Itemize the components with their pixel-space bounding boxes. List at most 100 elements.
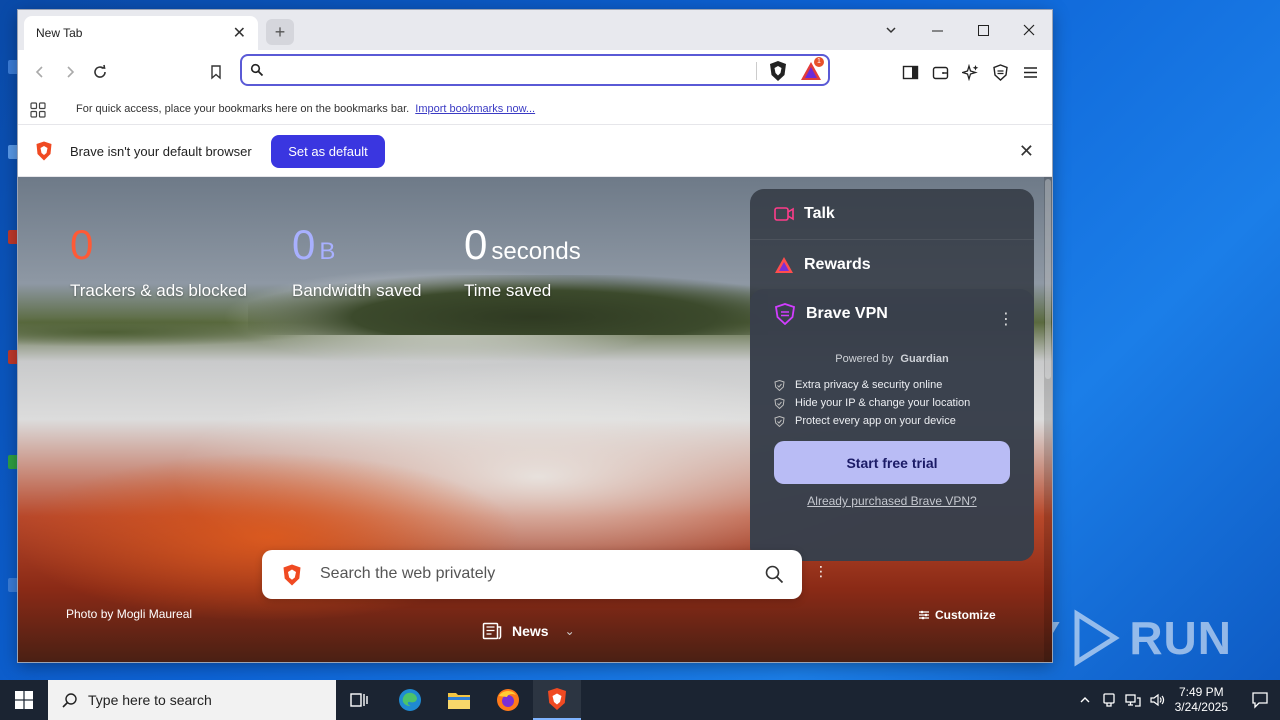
bookmark-icon[interactable] bbox=[204, 60, 228, 84]
bookmarks-bar: For quick access, place your bookmarks h… bbox=[18, 96, 1052, 124]
task-view-icon[interactable] bbox=[336, 680, 384, 720]
search-icon bbox=[250, 63, 264, 77]
widget-stack: Talk Rewards Brave VPN ⋮ Powered by Guar… bbox=[750, 189, 1034, 561]
rewards-label: Rewards bbox=[804, 255, 871, 273]
customize-label: Customize bbox=[935, 608, 996, 622]
vpn-feature-text: Extra privacy & security online bbox=[795, 379, 943, 391]
powered-by-label: Powered by bbox=[835, 353, 894, 365]
tab-new-tab[interactable]: New Tab ✕ bbox=[24, 16, 258, 50]
title-bar: New Tab ✕ + bbox=[18, 10, 1052, 50]
clock-date: 3/24/2025 bbox=[1174, 700, 1228, 714]
stat-unit: B bbox=[319, 238, 336, 265]
brave-lion-icon bbox=[283, 564, 301, 586]
taskbar-search[interactable]: Type here to search bbox=[48, 680, 336, 720]
maximize-button[interactable] bbox=[960, 10, 1006, 50]
photo-credit[interactable]: Photo by Mogli Maureal bbox=[66, 607, 192, 621]
news-button[interactable]: News ⌄ bbox=[482, 621, 575, 641]
search-icon[interactable] bbox=[764, 564, 784, 584]
rewards-widget[interactable]: Rewards bbox=[750, 239, 1034, 289]
news-label: News bbox=[512, 623, 549, 639]
address-bar[interactable]: 1 bbox=[240, 54, 830, 86]
close-infobar-icon[interactable]: ✕ bbox=[1019, 141, 1034, 162]
divider bbox=[756, 62, 757, 80]
chevron-up-icon[interactable] bbox=[1073, 694, 1097, 706]
already-purchased-link[interactable]: Already purchased Brave VPN? bbox=[774, 494, 1010, 508]
vpn-header: Brave VPN bbox=[774, 303, 1010, 325]
check-shield-icon bbox=[774, 415, 785, 427]
window-controls bbox=[868, 10, 1052, 50]
volume-icon[interactable] bbox=[1145, 692, 1169, 708]
firefox-icon[interactable] bbox=[484, 680, 532, 720]
search-placeholder: Search the web privately bbox=[320, 565, 496, 582]
powered-by: Powered by Guardian bbox=[774, 353, 1010, 365]
vpn-feature-text: Protect every app on your device bbox=[795, 415, 956, 427]
vpn-more-icon[interactable]: ⋮ bbox=[998, 309, 1014, 329]
tab-search-chevron-icon[interactable] bbox=[868, 10, 914, 50]
search-icon bbox=[62, 693, 77, 708]
close-window-button[interactable] bbox=[1006, 10, 1052, 50]
leo-ai-icon[interactable] bbox=[958, 60, 982, 84]
talk-widget[interactable]: Talk bbox=[750, 189, 1034, 239]
taskbar-search-placeholder: Type here to search bbox=[88, 692, 212, 708]
scrollbar-thumb[interactable] bbox=[1045, 179, 1051, 379]
brave-lion-icon bbox=[36, 141, 52, 161]
start-button[interactable] bbox=[0, 680, 48, 720]
sidebar-toggle-icon[interactable] bbox=[898, 60, 922, 84]
brave-shields-icon[interactable] bbox=[768, 60, 788, 82]
clock-time: 7:49 PM bbox=[1178, 685, 1224, 699]
file-explorer-icon[interactable] bbox=[435, 680, 483, 720]
search-more-icon[interactable]: ⋮ bbox=[814, 563, 828, 580]
bookmarks-message: For quick access, place your bookmarks h… bbox=[76, 103, 535, 115]
vpn-feature: Hide your IP & change your location bbox=[774, 397, 1010, 409]
menu-icon[interactable] bbox=[1018, 60, 1042, 84]
vpn-title: Brave VPN bbox=[806, 305, 888, 322]
default-browser-infobar: Brave isn't your default browser Set as … bbox=[18, 124, 1052, 177]
tab-close-icon[interactable]: ✕ bbox=[233, 23, 246, 43]
stat-unit: seconds bbox=[491, 238, 581, 265]
ntp-search-box[interactable]: Search the web privately bbox=[262, 550, 802, 599]
video-camera-icon bbox=[774, 207, 794, 221]
network-device-icon[interactable] bbox=[1097, 692, 1121, 708]
vpn-feature: Protect every app on your device bbox=[774, 415, 1010, 427]
new-tab-button[interactable]: + bbox=[266, 19, 294, 45]
forward-button[interactable] bbox=[58, 60, 82, 84]
minimize-button[interactable] bbox=[914, 10, 960, 50]
vpn-shield-icon bbox=[774, 303, 796, 325]
import-bookmarks-link[interactable]: Import bookmarks now... bbox=[415, 103, 535, 115]
shields-badge: 1 bbox=[814, 57, 824, 67]
vpn-feature-text: Hide your IP & change your location bbox=[795, 397, 971, 409]
stat-value: 0 bbox=[464, 221, 488, 268]
brave-taskbar-icon[interactable] bbox=[533, 680, 581, 720]
stat-label: Time saved bbox=[464, 281, 552, 300]
bat-triangle-icon bbox=[775, 256, 793, 273]
start-free-trial-button[interactable]: Start free trial bbox=[774, 441, 1010, 484]
stat-time: 0 seconds Time saved bbox=[464, 223, 581, 301]
stat-value: 0 bbox=[292, 221, 316, 268]
stat-bandwidth: 0B Bandwidth saved bbox=[292, 223, 421, 301]
new-tab-page: 0 Trackers & ads blocked 0B Bandwidth sa… bbox=[18, 177, 1052, 662]
back-button[interactable] bbox=[28, 60, 52, 84]
system-tray: 7:49 PM 3/24/2025 bbox=[1073, 680, 1280, 720]
bookmarks-text: For quick access, place your bookmarks h… bbox=[76, 103, 410, 115]
tab-title: New Tab bbox=[36, 26, 83, 40]
network-icon[interactable] bbox=[1121, 692, 1145, 708]
background-shore bbox=[18, 317, 318, 347]
stat-trackers: 0 Trackers & ads blocked bbox=[70, 223, 247, 301]
windows-logo-icon bbox=[15, 691, 33, 709]
customize-button[interactable]: Customize bbox=[918, 608, 996, 622]
newspaper-icon bbox=[482, 622, 502, 640]
notification-icon[interactable] bbox=[1240, 691, 1280, 709]
apps-grid-icon[interactable] bbox=[30, 102, 46, 118]
clock[interactable]: 7:49 PM 3/24/2025 bbox=[1175, 685, 1228, 715]
set-as-default-button[interactable]: Set as default bbox=[271, 135, 385, 168]
wallet-icon[interactable] bbox=[928, 60, 952, 84]
reload-button[interactable] bbox=[88, 60, 112, 84]
vpn-shield-icon[interactable] bbox=[988, 60, 1012, 84]
sliders-icon bbox=[919, 610, 929, 620]
edge-icon[interactable] bbox=[386, 680, 434, 720]
talk-label: Talk bbox=[804, 205, 835, 222]
check-shield-icon bbox=[774, 379, 785, 391]
stat-value: 0 bbox=[70, 221, 94, 268]
page-scrollbar[interactable] bbox=[1044, 177, 1052, 662]
taskbar: Type here to search 7:49 PM 3/24/2025 bbox=[0, 680, 1280, 720]
